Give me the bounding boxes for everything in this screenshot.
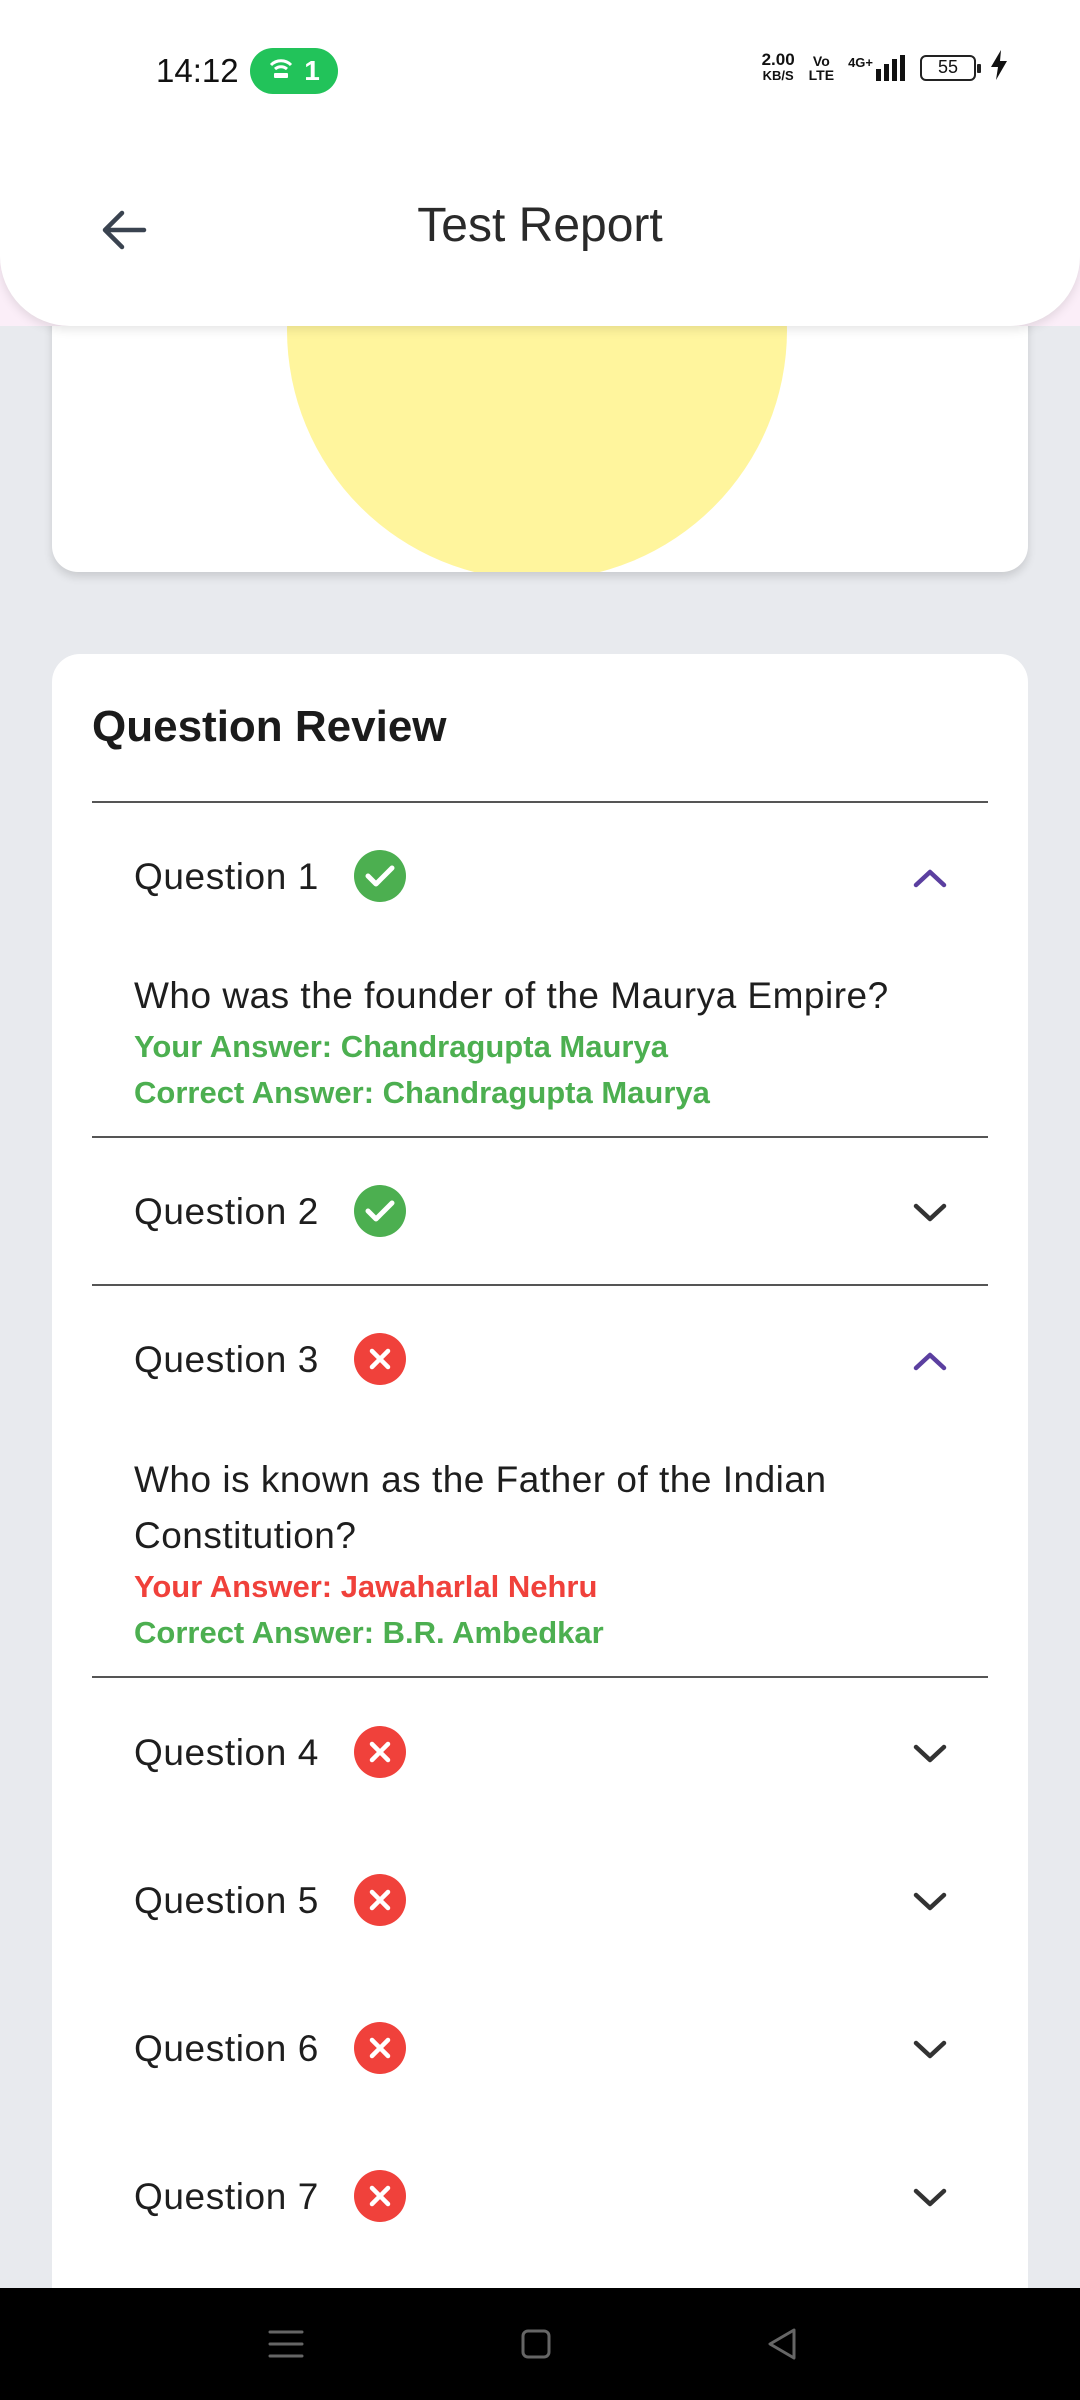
divider [92,1284,988,1286]
app-bar: Test Report [0,110,1080,326]
question-body-1: Who was the founder of the Maurya Empire… [134,968,964,1116]
cross-circle-icon [354,1874,406,1926]
charging-icon [990,50,1008,85]
back-triangle-icon [768,2328,796,2360]
divider [92,801,988,803]
volte-bottom: LTE [808,66,835,83]
question-review-card: Question Review Question 1 Who was the f… [52,654,1028,2354]
review-title: Question Review [92,702,447,751]
cross-circle-icon [354,1726,406,1778]
chevron-up-icon[interactable] [910,1341,950,1381]
question-header-7[interactable]: Question 7 [92,2146,988,2246]
status-time: 14:12 [156,52,239,89]
question-label: Question 5 [134,1880,319,1921]
question-label: Question 1 [134,856,319,897]
chevron-down-icon[interactable] [910,1193,950,1233]
question-header-5[interactable]: Question 5 [92,1850,988,1950]
page-title: Test Report [417,199,663,252]
check-circle-icon [354,1185,406,1237]
network-speed-value: 2.00 [761,49,795,69]
question-label: Question 6 [134,2028,319,2069]
menu-button[interactable] [256,2318,316,2370]
battery-level: 55 [937,57,959,77]
signal-indicator: 4G+ [848,54,906,81]
status-bar: 14:12 1 2.00 KB/S Vo LTE 4G+ 55 [0,0,1080,140]
volte-top: Vo [812,52,830,69]
your-answer: Your Answer: Chandragupta Maurya [134,1029,668,1064]
question-label: Question 7 [134,2176,319,2217]
hotspot-icon [268,55,294,87]
correct-answer: Correct Answer: B.R. Ambedkar [134,1615,604,1650]
question-header-2[interactable]: Question 2 [92,1161,988,1261]
screen: 14:12 1 2.00 KB/S Vo LTE 4G+ 55 Test Rep… [0,0,1080,2400]
question-label: Question 4 [134,1732,319,1773]
question-header-6[interactable]: Question 6 [92,1998,988,2098]
home-square-icon [521,2329,551,2359]
chevron-down-icon[interactable] [910,2030,950,2070]
question-header-1[interactable]: Question 1 [92,826,988,926]
check-circle-icon [354,850,406,902]
question-header-3[interactable]: Question 3 [92,1309,988,1409]
network-speed: 2.00 KB/S [761,49,795,84]
home-button[interactable] [506,2318,566,2370]
network-speed-unit: KB/S [762,67,794,83]
question-body-3: Who is known as the Father of the Indian… [134,1452,964,1656]
menu-icon [268,2330,304,2358]
system-nav-bar [0,2288,1080,2400]
hotspot-count: 1 [304,55,320,86]
hotspot-badge: 1 [250,48,338,94]
back-nav-button[interactable] [752,2318,812,2370]
question-text: Who was the founder of the Maurya Empire… [134,975,889,1016]
divider [92,1136,988,1138]
signal-icon [876,54,905,81]
correct-answer: Correct Answer: Chandragupta Maurya [134,1075,710,1110]
status-indicators: 2.00 KB/S Vo LTE 4G+ 55 [762,50,1008,85]
cross-circle-icon [354,1333,406,1385]
battery-icon: 55 [920,54,981,81]
question-label: Question 2 [134,1191,319,1232]
volte-indicator: Vo LTE [809,54,834,82]
chevron-down-icon[interactable] [910,1734,950,1774]
chevron-down-icon[interactable] [910,2178,950,2218]
question-label: Question 3 [134,1339,319,1380]
cross-circle-icon [354,2170,406,2222]
divider [92,1676,988,1678]
chevron-up-icon[interactable] [910,858,950,898]
cross-circle-icon [354,2022,406,2074]
question-text: Who is known as the Father of the Indian… [134,1459,827,1556]
your-answer: Your Answer: Jawaharlal Nehru [134,1569,598,1604]
network-type: 4G+ [848,54,873,70]
chevron-down-icon[interactable] [910,1882,950,1922]
question-header-4[interactable]: Question 4 [92,1702,988,1802]
